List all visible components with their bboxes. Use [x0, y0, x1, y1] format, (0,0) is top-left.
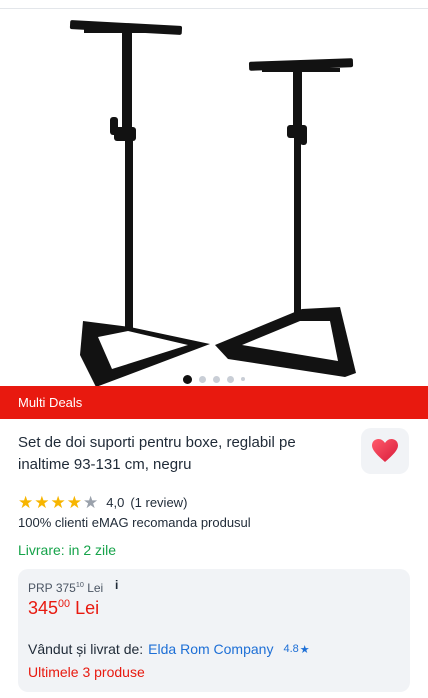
product-image: [69, 20, 356, 386]
seller-info: Vândut și livrat de: Elda Rom Company 4.…: [28, 641, 310, 657]
prp-price: PRP 37510 Lei: [28, 580, 103, 595]
stock-status: Ultimele 3 produse: [28, 664, 145, 680]
star-filled-icon: ★: [66, 492, 82, 512]
seller-score: 4.8: [283, 643, 299, 655]
price-decimals: 00: [58, 598, 71, 610]
delivery-info: Livrare: in 2 zile: [18, 542, 117, 558]
info-icon[interactable]: i: [115, 578, 118, 592]
gallery-pagination[interactable]: [0, 373, 428, 385]
rating-value: 4,0: [106, 494, 125, 510]
price-integer: 345: [28, 598, 59, 618]
recommend-text: 100% clienti eMAG recomanda produsul: [18, 515, 251, 530]
prp-label: PRP: [28, 581, 53, 595]
prp-decimals: 10: [75, 580, 84, 589]
gallery-dot-3[interactable]: [213, 375, 220, 383]
prp-integer: 375: [55, 581, 76, 595]
seller-score-star-icon: ★: [299, 643, 310, 656]
rating-stars: ★ ★ ★ ★ ★: [18, 494, 98, 511]
star-empty-icon: ★: [83, 492, 99, 512]
product-image-gallery[interactable]: [0, 9, 428, 386]
review-count[interactable]: (1 review): [130, 495, 187, 510]
gallery-dot-5[interactable]: [241, 377, 245, 381]
product-title: Set de doi suporti pentru boxe, reglabil…: [18, 434, 296, 473]
star-filled-icon: ★: [18, 492, 34, 512]
top-divider: [0, 0, 428, 9]
favorite-button[interactable]: [361, 428, 409, 474]
gallery-dot-4[interactable]: [227, 375, 234, 383]
promo-label: Multi Deals: [18, 395, 83, 410]
current-price: 34500 Lei: [28, 598, 99, 619]
product-rating[interactable]: ★ ★ ★ ★ ★ 4,0 (1 review): [18, 493, 187, 511]
seller-label: Vândut și livrat de:: [28, 641, 144, 657]
star-filled-icon: ★: [50, 492, 66, 512]
prp-currency: Lei: [87, 581, 104, 595]
price-box: PRP 37510 Lei i 34500 Lei Vândut și livr…: [18, 569, 410, 692]
promo-banner[interactable]: Multi Deals: [0, 386, 428, 419]
star-filled-icon: ★: [34, 492, 50, 512]
seller-link[interactable]: Elda Rom Company: [148, 641, 273, 657]
price-currency: Lei: [75, 598, 100, 618]
gallery-dot-1[interactable]: [183, 374, 192, 384]
heart-icon: [372, 439, 398, 462]
gallery-dot-2[interactable]: [199, 375, 206, 383]
